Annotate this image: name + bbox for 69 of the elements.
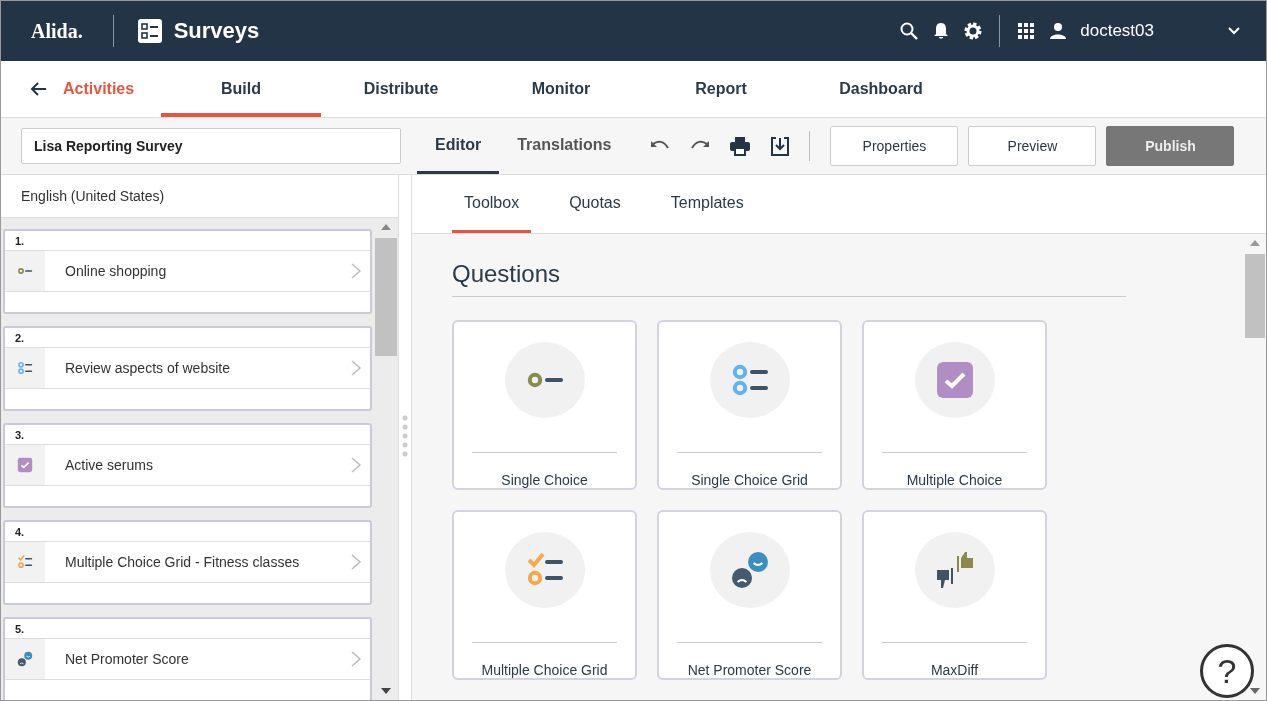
question-card[interactable]: 4. Multiple Choice Grid - Fitness classes [3,520,372,605]
question-type-label: Single Choice Grid [691,472,808,488]
scroll-down-icon[interactable] [1250,688,1260,694]
scroll-up-icon[interactable] [381,224,391,230]
faces-icon [17,651,33,667]
nav-tab[interactable]: Dashboard [801,61,961,117]
help-button[interactable]: ? [1200,644,1254,698]
scroll-up-icon[interactable] [1250,240,1260,246]
nav-tab[interactable]: Monitor [481,61,641,117]
question-number: 2. [5,328,370,348]
panel-tab[interactable]: Quotas [557,175,633,233]
section-title: Questions [452,260,1126,297]
question-title: Review aspects of website [64,360,231,376]
toolbar-button[interactable]: Preview [968,126,1097,166]
question-title: Active serums [64,457,154,473]
question-type-label: Multiple Choice [906,472,1003,488]
chevron-right-icon [350,553,362,571]
nav-tab[interactable]: Report [641,61,801,117]
chevron-right-icon [350,359,362,377]
question-type-label: Net Promoter Score [687,662,812,678]
question-type-label: Single Choice [501,472,588,488]
nav-tab[interactable]: Distribute [321,61,481,117]
settings-icon[interactable] [963,21,984,41]
chevron-right-icon [350,262,362,280]
checkbox-icon [17,457,33,473]
toolbar-button[interactable]: Properties [830,126,959,166]
logo: Alida. [31,19,83,43]
question-type-card[interactable]: Net Promoter Score [657,510,842,680]
survey-list-icon [137,19,162,43]
chevron-right-icon [350,456,362,474]
question-title: Net Promoter Score [64,651,190,667]
scroll-thumb[interactable] [1245,254,1265,338]
radio-list-icon [17,360,33,376]
question-type-card[interactable]: Single Choice [452,320,637,490]
search-icon[interactable] [899,21,920,41]
question-type-label: Multiple Choice Grid [481,662,608,678]
app-title: Surveys [173,18,260,44]
question-type-card[interactable]: MaxDiff [862,510,1047,680]
scroll-thumb[interactable] [375,238,397,356]
chevron-right-icon [350,650,362,668]
question-number: 1. [5,231,370,251]
question-title: Multiple Choice Grid - Fitness classes [64,554,301,570]
download-icon[interactable] [769,135,792,157]
editor-tab[interactable]: Translations [499,118,630,174]
question-type-card[interactable]: Single Choice Grid [657,320,842,490]
question-card[interactable]: 5. Net Promoter Score [3,617,372,700]
faces-icon [729,550,770,590]
activities-link[interactable]: Activities [63,80,135,98]
question-type-card[interactable]: Multiple Choice [862,320,1047,490]
editor-tab[interactable]: Editor [417,118,500,174]
checkbox-icon [934,360,975,400]
print-icon[interactable] [729,135,752,157]
thumbs-icon [934,550,975,590]
survey-name-field[interactable]: Lisa Reporting Survey [21,128,401,164]
question-number: 3. [5,425,370,445]
question-type-label: MaxDiff [930,662,979,678]
panel-tab[interactable]: Templates [658,175,756,233]
question-card[interactable]: 3. Active serums [3,423,372,508]
scroll-down-icon[interactable] [381,688,391,694]
question-number: 5. [5,619,370,639]
user-name[interactable]: doctest03 [1080,21,1154,41]
user-icon [1048,21,1069,41]
question-type-card[interactable]: Multiple Choice Grid [452,510,637,680]
question-number: 4. [5,522,370,542]
question-card[interactable]: 1. Online shopping [3,229,372,314]
check-list-icon [17,554,33,570]
question-card[interactable]: 2. Review aspects of website [3,326,372,411]
question-title: Online shopping [64,263,168,279]
apps-grid-icon[interactable] [1016,21,1037,41]
